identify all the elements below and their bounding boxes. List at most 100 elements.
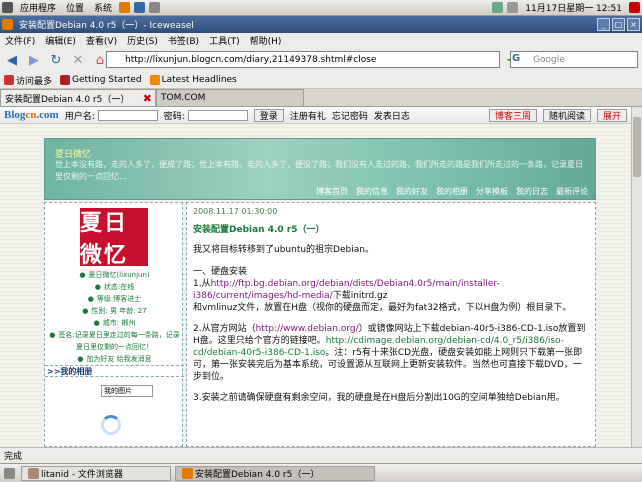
nav-my-info[interactable]: 我的信息 (356, 186, 388, 197)
panel-menu-system[interactable]: 系统 (89, 1, 117, 14)
password-input[interactable] (187, 109, 248, 121)
post-diary-link[interactable]: 发表日志 (374, 109, 410, 122)
rss-feed-icon (149, 75, 160, 85)
album-heading[interactable]: >>我的相册 (45, 365, 184, 377)
post-section-2: 2.从官方网站（http://www.debian.org/）或镜像网站上下载d… (193, 324, 586, 382)
post-section-1: 一、硬盘安装 1.从http://ftp.bg.debian.org/debia… (193, 267, 572, 313)
register-link[interactable]: 注册有礼 (290, 109, 326, 122)
url-bar[interactable]: http://lixunjun.blogcn.com/diary,2114937… (106, 51, 500, 68)
nav-my-album[interactable]: 我的相册 (436, 186, 468, 197)
post-section-3: 3.安装之前请确保硬盘有剩余空间，我的硬盘是在H盘后分割出10G的空间单独给De… (193, 393, 565, 403)
window-app-icon[interactable] (2, 19, 13, 30)
folder-icon (28, 467, 39, 479)
blog-anniversary-button[interactable]: 博客三周 (488, 108, 537, 122)
profile-level: ● 等级:博客进士 (87, 295, 142, 303)
profile-signature: ● 签名:记录夏日里走过的每一条路，记录 (49, 331, 180, 339)
taskbar: litanid - 文件浏览器 安装配置Debian 4.0 r5（一） (0, 463, 642, 482)
random-read-button[interactable]: 随机阅读 (542, 108, 591, 122)
close-button[interactable]: × (627, 18, 640, 31)
window-title: 安装配置Debian 4.0 r5（一）- Iceweasel (19, 21, 194, 31)
panel-menu-places[interactable]: 位置 (61, 1, 89, 14)
forward-arrow-icon[interactable]: ▶ (24, 50, 44, 70)
url-text[interactable]: http://lixunjun.blogcn.com/diary,2114937… (125, 55, 376, 65)
login-button[interactable]: 登录 (253, 108, 284, 122)
minimize-button[interactable]: _ (597, 18, 610, 31)
post-date: 2008.11.17 01:30:00 (193, 207, 278, 216)
task-file-browser[interactable]: litanid - 文件浏览器 (21, 465, 171, 481)
window-titlebar[interactable]: 安装配置Debian 4.0 r5（一）- Iceweasel _ □ × (0, 16, 642, 33)
profile-status: ● 状态:在线 (94, 283, 135, 291)
help-launcher-icon[interactable] (149, 2, 161, 13)
avatar-seal[interactable]: 夏日微忆 (80, 208, 148, 267)
menu-bookmarks[interactable]: 书签(B) (163, 34, 204, 47)
status-bar: 完成 (0, 447, 642, 463)
username-input[interactable] (97, 109, 158, 121)
firefox-bookmark-icon (60, 75, 71, 85)
nav-share-template[interactable]: 分享模板 (476, 186, 508, 197)
tab-debian[interactable]: 安装配置Debian 4.0 r5（一） ✖ (0, 89, 156, 106)
back-arrow-icon[interactable]: ◀ (2, 50, 22, 70)
profile-name: ● 夏日微忆(lixunjun) (79, 271, 150, 279)
profile-city: ● 城市: 郴州 (93, 319, 136, 327)
foot-logo-icon[interactable] (2, 2, 13, 13)
menu-help[interactable]: 帮助(H) (245, 34, 287, 47)
stop-icon[interactable]: ✕ (68, 50, 88, 70)
panel-clock[interactable]: 11月17日星期一 12:51 (520, 1, 627, 14)
username-label: 用户名: (64, 111, 95, 122)
tab-label: TOM.COM (161, 93, 206, 103)
blogcn-logo[interactable]: Blogcn.com (4, 109, 59, 121)
bookmark-getting-started[interactable]: Getting Started (60, 75, 142, 85)
show-desktop-icon[interactable] (4, 467, 15, 479)
profile-gender-age: ● 性别: 男 年龄: 27 (82, 307, 147, 315)
blog-nav: 博客首页 我的信息 我的好友 我的相册 分享模板 我的日志 最新评论 (44, 183, 596, 199)
panel-menu-applications[interactable]: 应用程序 (15, 1, 61, 14)
post-intro: 我又将目标转移到了ubuntu的祖宗Debian。 (193, 245, 374, 255)
debian-org-link[interactable]: http://www.debian.org/ (256, 324, 359, 334)
tab-close-icon[interactable]: ✖ (143, 92, 152, 105)
forgot-password-link[interactable]: 忘记密码 (332, 109, 368, 122)
bookmark-most-visited[interactable]: 访问最多 (4, 74, 52, 87)
nav-my-friends[interactable]: 我的好友 (396, 186, 428, 197)
nav-latest-comments[interactable]: 最新评论 (556, 186, 588, 197)
blog-post: 2008.11.17 01:30:00 安装配置Debian 4.0 r5（一）… (186, 202, 596, 447)
bookmark-latest-headlines[interactable]: Latest Headlines (149, 75, 237, 85)
menu-view[interactable]: 查看(V) (81, 34, 122, 47)
tab-tom[interactable]: TOM.COM (156, 89, 304, 106)
maximize-button[interactable]: □ (612, 18, 625, 31)
status-text: 完成 (4, 452, 23, 462)
loading-spinner-icon (101, 415, 121, 435)
nav-blog-home[interactable]: 博客首页 (316, 186, 348, 197)
volume-icon[interactable] (507, 2, 519, 13)
profile-actions[interactable]: ● 加为好友 给我发消息 (45, 354, 184, 364)
blog-slogan: 世上本没有路，走的人多了，便成了路；世上本有路，走的人多了，便没了路；我们没有人… (55, 160, 583, 181)
mail-launcher-icon[interactable] (134, 2, 146, 13)
expand-button[interactable]: 展开 (596, 108, 627, 122)
top-panel: 应用程序 位置 系统 11月17日星期一 12:51 (0, 0, 642, 16)
menu-tools[interactable]: 工具(T) (204, 34, 245, 47)
menu-edit[interactable]: 编辑(E) (40, 34, 81, 47)
tab-bar: 安装配置Debian 4.0 r5（一） ✖ TOM.COM (0, 89, 642, 107)
task-iceweasel[interactable]: 安装配置Debian 4.0 r5（一） (175, 465, 375, 481)
google-engine-icon[interactable]: G (512, 53, 520, 64)
reload-icon[interactable]: ↻ (46, 50, 66, 70)
power-icon[interactable] (629, 2, 640, 13)
network-icon[interactable] (492, 2, 504, 13)
bookmarks-toolbar: 访问最多 Getting Started Latest Headlines (0, 72, 642, 89)
blogcn-topbar: Blogcn.com 用户名: 密码: 登录 注册有礼 忘记密码 发表日志 博客… (0, 107, 631, 124)
scrollbar-thumb[interactable] (633, 117, 641, 177)
search-input[interactable]: Google (510, 51, 638, 68)
tab-label: 安装配置Debian 4.0 r5（一） (5, 94, 130, 105)
post-title[interactable]: 安装配置Debian 4.0 r5（一） (193, 222, 589, 235)
menubar: 文件(F) 编辑(E) 查看(V) 历史(S) 书签(B) 工具(T) 帮助(H… (0, 33, 642, 48)
menu-history[interactable]: 历史(S) (122, 34, 163, 47)
browser-launcher-icon[interactable] (119, 2, 131, 13)
password-label: 密码: (163, 111, 185, 122)
page-viewport[interactable]: Blogcn.com 用户名: 密码: 登录 注册有礼 忘记密码 发表日志 博客… (0, 107, 631, 447)
vertical-scrollbar[interactable] (631, 107, 642, 447)
blog-sidebar: 夏日微忆 ● 夏日微忆(lixunjun) ● 状态:在线 ● 等级:博客进士 ● 性别… (44, 202, 184, 447)
nav-my-diary[interactable]: 我的日志 (516, 186, 548, 197)
menu-file[interactable]: 文件(F) (0, 34, 40, 47)
album-select[interactable]: 我的图片 (101, 385, 153, 397)
search-placeholder: Google (533, 54, 565, 65)
iceweasel-icon (182, 467, 193, 479)
